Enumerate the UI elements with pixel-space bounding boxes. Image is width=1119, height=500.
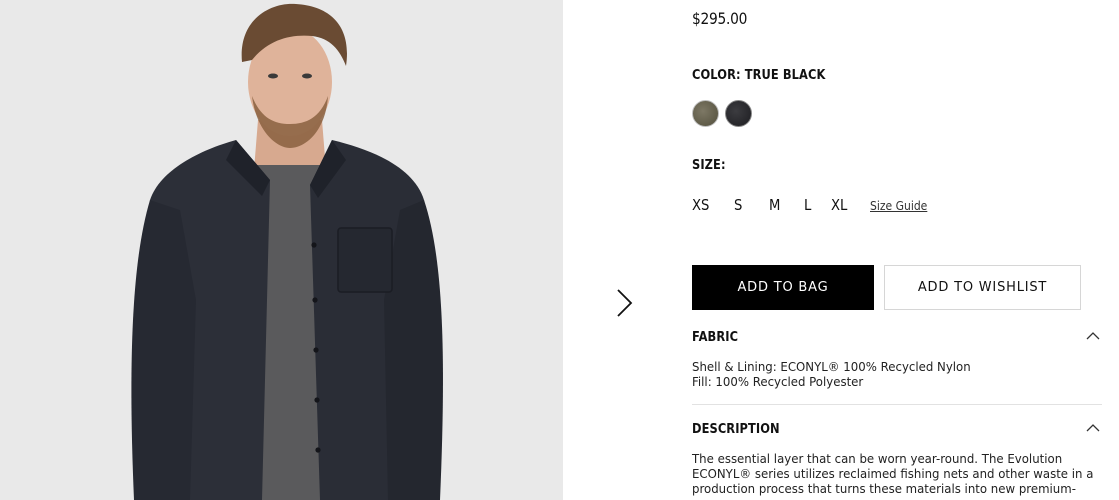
fabric-accordion-header[interactable]: FABRIC — [692, 328, 1102, 348]
fabric-fill-line: Fill: 100% Recycled Polyester — [692, 374, 864, 389]
description-text: The essential layer that can be worn yea… — [692, 451, 1094, 496]
add-to-bag-button[interactable]: ADD TO BAG — [692, 265, 874, 310]
fabric-details: Shell & Lining: ECONYL® 100% Recycled Ny… — [692, 359, 1092, 389]
swatch-olive[interactable] — [692, 100, 719, 127]
size-option-xl[interactable]: XL — [831, 196, 860, 214]
color-swatches — [692, 100, 752, 127]
size-guide-link[interactable]: Size Guide — [870, 199, 927, 213]
model-wearing-jacket-illustration — [0, 0, 563, 500]
product-image[interactable] — [0, 0, 563, 500]
size-option-xs[interactable]: XS — [692, 196, 729, 214]
size-option-l[interactable]: L — [804, 196, 828, 214]
section-divider — [692, 404, 1102, 405]
swatch-true-black[interactable] — [725, 100, 752, 127]
size-option-m[interactable]: M — [769, 196, 800, 214]
add-to-wishlist-button[interactable]: ADD TO WISHLIST — [884, 265, 1081, 310]
size-selector: XS S M L XL Size Guide — [692, 196, 934, 214]
product-details-panel: $295.00 COLOR: TRUE BLACK SIZE: XS S M L… — [692, 0, 1102, 500]
description-accordion-header[interactable]: DESCRIPTION — [692, 420, 1102, 440]
product-price: $295.00 — [692, 9, 748, 28]
next-image-button[interactable] — [610, 286, 638, 320]
size-option-s[interactable]: S — [734, 196, 765, 214]
size-label: SIZE: — [692, 158, 726, 173]
chevron-up-icon — [1086, 332, 1100, 340]
fabric-shell-line: Shell & Lining: ECONYL® 100% Recycled Ny… — [692, 359, 971, 374]
fabric-title: FABRIC — [692, 330, 739, 345]
chevron-up-icon — [1086, 424, 1100, 432]
color-label: COLOR: TRUE BLACK — [692, 68, 826, 83]
chevron-right-icon — [617, 289, 633, 317]
description-title: DESCRIPTION — [692, 422, 780, 437]
